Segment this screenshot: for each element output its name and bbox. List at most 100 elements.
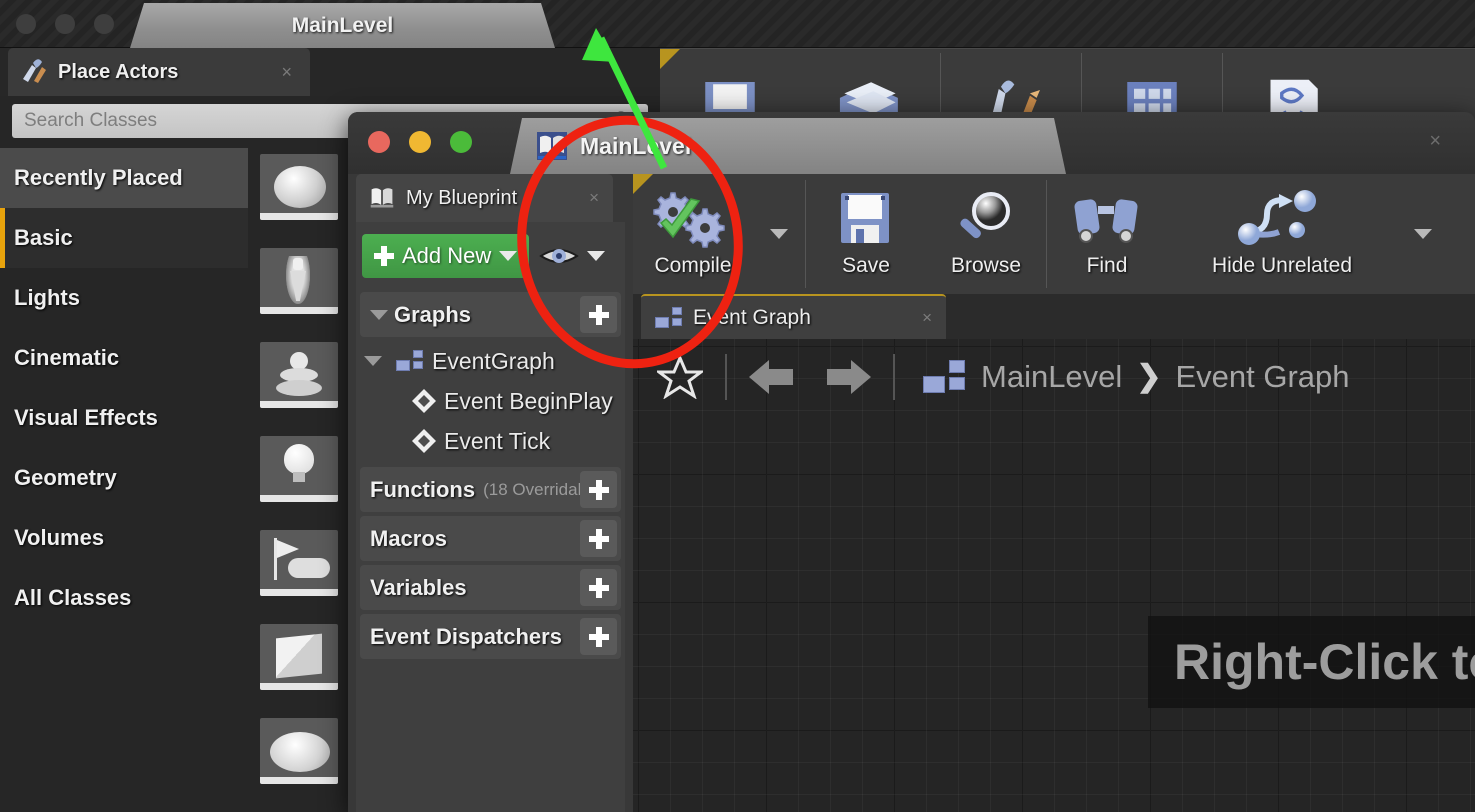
close-icon[interactable]: × bbox=[589, 188, 599, 208]
show-inherited-toggle[interactable] bbox=[539, 243, 606, 269]
tab-event-graph[interactable]: Event Graph × bbox=[641, 294, 946, 339]
event-graph-icon bbox=[923, 359, 967, 394]
add-graph-button[interactable] bbox=[580, 296, 617, 333]
my-blueprint-body: Add New Graphs EventGraph Event BeginPla… bbox=[356, 222, 625, 812]
app-root: MainLevel Place Actors × Search Classes … bbox=[0, 0, 1475, 812]
browse-button[interactable]: Browse bbox=[926, 174, 1046, 294]
save-label: Save bbox=[842, 254, 890, 277]
place-actors-tab-label: Place Actors bbox=[58, 60, 179, 83]
navigate-forward-icon[interactable] bbox=[823, 359, 871, 394]
find-label: Find bbox=[1086, 254, 1128, 277]
list-item[interactable] bbox=[252, 712, 352, 806]
add-function-button[interactable] bbox=[580, 471, 617, 508]
close-button[interactable] bbox=[16, 14, 36, 34]
chevron-right-icon: ❯ bbox=[1136, 360, 1162, 393]
blueprint-book-icon bbox=[536, 131, 568, 161]
chevron-down-icon[interactable] bbox=[370, 309, 388, 320]
sidebar-item-label: Cinematic bbox=[14, 345, 120, 370]
sidebar-item-cinematic[interactable]: Cinematic bbox=[0, 328, 248, 388]
eye-icon bbox=[539, 249, 580, 263]
section-macros[interactable]: Macros bbox=[360, 516, 621, 561]
divider bbox=[893, 353, 895, 400]
minimize-button[interactable] bbox=[409, 131, 431, 153]
close-button[interactable] bbox=[368, 131, 390, 153]
tree-item-label: Event BeginPlay bbox=[444, 387, 613, 414]
event-node-icon bbox=[412, 429, 436, 453]
save-button[interactable]: Save bbox=[806, 174, 926, 294]
plus-icon bbox=[374, 246, 394, 266]
list-item[interactable] bbox=[252, 336, 352, 430]
graph-breadcrumb-bar: MainLevel ❯ Event Graph bbox=[633, 339, 1475, 414]
sphere-thumb bbox=[260, 154, 338, 220]
sidebar-item-label: Visual Effects bbox=[14, 405, 158, 430]
list-item[interactable] bbox=[252, 524, 352, 618]
breadcrumb-item-mainlevel[interactable]: MainLevel bbox=[981, 359, 1122, 395]
list-item[interactable] bbox=[252, 618, 352, 712]
add-new-button[interactable]: Add New bbox=[362, 234, 530, 278]
navigate-back-icon[interactable] bbox=[749, 359, 797, 394]
chevron-down-icon[interactable] bbox=[364, 356, 382, 366]
close-icon[interactable]: × bbox=[281, 62, 292, 83]
section-title: Graphs bbox=[394, 301, 472, 327]
section-graphs[interactable]: Graphs bbox=[360, 292, 621, 337]
chevron-down-icon[interactable] bbox=[587, 251, 606, 261]
tree-item-eventgraph[interactable]: EventGraph bbox=[360, 341, 621, 381]
hide-unrelated-options-caret[interactable] bbox=[1397, 174, 1449, 294]
blueprint-editor-window: MainLevel × My Blueprint × Add New Graph… bbox=[348, 112, 1475, 812]
list-item[interactable] bbox=[252, 148, 352, 242]
hide-unrelated-label: Hide Unrelated bbox=[1211, 254, 1353, 277]
breadcrumb: MainLevel ❯ Event Graph bbox=[923, 359, 1350, 395]
section-event-dispatchers[interactable]: Event Dispatchers bbox=[360, 614, 621, 659]
hide-unrelated-button[interactable]: Hide Unrelated bbox=[1167, 174, 1397, 294]
place-actors-category-list: Recently Placed Basic Lights Cinematic V… bbox=[0, 148, 248, 628]
blueprint-book-icon bbox=[370, 188, 394, 208]
my-blueprint-sections: Graphs bbox=[360, 292, 621, 341]
my-blueprint-toolbar: Add New bbox=[362, 234, 606, 278]
main-window-tab-label: MainLevel bbox=[291, 13, 394, 37]
sidebar-item-volumes[interactable]: Volumes bbox=[0, 508, 248, 568]
add-macro-button[interactable] bbox=[580, 520, 617, 557]
zoom-button[interactable] bbox=[94, 14, 114, 34]
sidebar-item-label: Lights bbox=[14, 285, 80, 310]
tree-item-event-tick[interactable]: Event Tick bbox=[360, 421, 621, 461]
blueprint-traffic-lights[interactable] bbox=[368, 131, 472, 153]
tree-item-event-beginplay[interactable]: Event BeginPlay bbox=[360, 381, 621, 421]
main-window-tab-mainlevel[interactable]: MainLevel bbox=[130, 3, 555, 48]
breadcrumb-item-event-graph[interactable]: Event Graph bbox=[1175, 359, 1349, 395]
favorite-star-icon[interactable] bbox=[657, 354, 703, 399]
tab-my-blueprint[interactable]: My Blueprint × bbox=[356, 174, 613, 222]
close-icon[interactable]: × bbox=[1429, 130, 1441, 153]
tab-place-actors[interactable]: Place Actors × bbox=[8, 48, 310, 96]
sidebar-item-lights[interactable]: Lights bbox=[0, 268, 248, 328]
blueprint-window-tab-mainlevel[interactable]: MainLevel bbox=[510, 118, 1066, 174]
section-variables[interactable]: Variables bbox=[360, 565, 621, 610]
main-window-traffic-lights[interactable] bbox=[16, 14, 114, 34]
list-item[interactable] bbox=[252, 242, 352, 336]
blueprint-toolbar: Compile Save Browse Find Hide Unrelated bbox=[633, 174, 1475, 294]
main-window-titlebar: MainLevel bbox=[0, 0, 1475, 48]
compile-button[interactable]: Compile bbox=[633, 174, 753, 294]
sidebar-item-geometry[interactable]: Geometry bbox=[0, 448, 248, 508]
browse-label: Browse bbox=[950, 254, 1022, 277]
section-functions[interactable]: Functions (18 Overridable) bbox=[360, 467, 621, 512]
sidebar-item-visual-effects[interactable]: Visual Effects bbox=[0, 388, 248, 448]
close-icon[interactable]: × bbox=[922, 308, 932, 328]
blueprint-window-titlebar: MainLevel × bbox=[348, 112, 1475, 174]
event-graph-canvas[interactable]: MainLevel ❯ Event Graph Right-Click to C… bbox=[633, 339, 1475, 812]
find-button[interactable]: Find bbox=[1047, 174, 1167, 294]
save-floppy-icon bbox=[835, 188, 897, 250]
zoom-button[interactable] bbox=[450, 131, 472, 153]
pointlight-thumb bbox=[260, 436, 338, 502]
list-item[interactable] bbox=[252, 430, 352, 524]
add-event-dispatcher-button[interactable] bbox=[580, 618, 617, 655]
sidebar-item-recently-placed[interactable]: Recently Placed bbox=[0, 148, 248, 208]
sidebar-item-label: Volumes bbox=[14, 525, 105, 550]
compile-options-caret[interactable] bbox=[753, 174, 805, 294]
add-variable-button[interactable] bbox=[580, 569, 617, 606]
sidebar-item-all-classes[interactable]: All Classes bbox=[0, 568, 248, 628]
graph-empty-hint: Right-Click to Create New Nodes. bbox=[1148, 616, 1475, 708]
minimize-button[interactable] bbox=[55, 14, 75, 34]
chevron-down-icon[interactable] bbox=[499, 251, 518, 261]
place-actors-icon bbox=[23, 59, 46, 83]
sidebar-item-basic[interactable]: Basic bbox=[0, 208, 248, 268]
